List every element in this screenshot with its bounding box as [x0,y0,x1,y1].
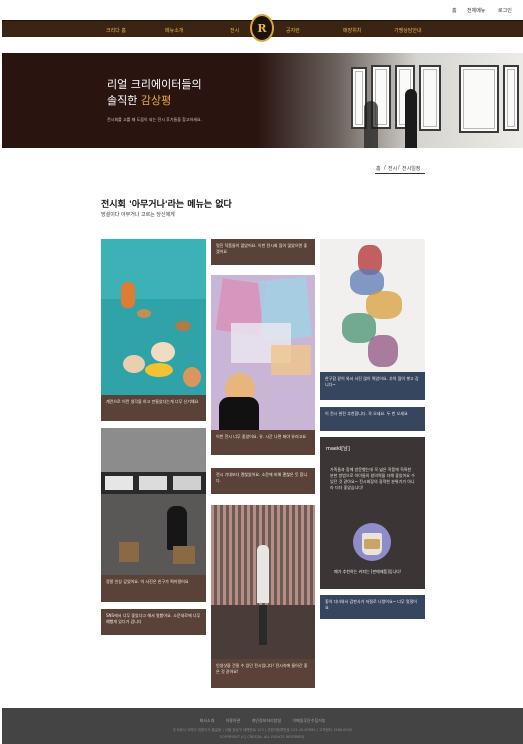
review-card[interactable]: 이번 전시 너무 좋았어요. 유. 시간 나면 봐야 유러고요 [211,275,315,455]
promo-title: maekl[남] [326,446,350,452]
footer-link-terms[interactable]: 이용약관 [226,718,241,723]
visitor-silhouette [405,89,417,148]
review-caption: 멋진 작품들이 많았어요. 이번 전시회 많이 많았으면 좋겠어요 [211,239,315,265]
breadcrumb-current: 전시일정 [402,166,421,172]
review-card[interactable]: 한구합 같이 와서 사진 많이 찍었어요. 추억 많이 쌓고 갑니다~ [320,239,425,400]
hero-title-line2: 솔직한 [107,94,141,107]
review-photo-crystal-installation [211,275,315,430]
photo-screen [139,476,167,490]
review-card[interactable]: 이 전시 완전 추천합니다. 꼭 오세요. 두 번 오세요 [320,407,425,431]
sculpture-piece [366,291,402,319]
wooden-crate [173,546,195,564]
footer-copyright: COPYRIGHT (C) CREEDA. ALL RIGHTS RESERVE… [219,735,306,739]
nav-item-menu[interactable]: 메뉴소개 [165,27,183,34]
sculpture-piece [368,335,398,367]
egg-shell [175,321,191,331]
visitor-reflection [259,605,267,645]
footer-links: 회사소개 이용약관 개인정보처리방침 이메일무단수집거부 [2,718,523,724]
review-caption: 한구합 같이 와서 사진 많이 찍었어요. 추억 많이 쌓고 갑니다~ [320,372,425,400]
page-subtitle: 망설이다 아무거나 고르는 당신에게 [101,212,175,218]
breadcrumb-exhibit[interactable]: 전시 [388,165,397,172]
nav-item-exhibit[interactable]: 전시 [230,27,239,34]
review-photo-sculpture [320,239,425,372]
promo-card[interactable]: maekl[남] 가족들과 함께 방문했는데 꼭 넓은 작품에 독특한 분한 방… [320,437,425,589]
visitor-body [219,397,259,430]
crystal-panel [271,345,311,375]
utility-login-link[interactable]: 로그인 [498,7,512,14]
hero-title-line1: 리얼 크리에이터들의 [107,78,202,91]
hero-title: 리얼 크리에이터들의 솔직한 감상평 [107,77,202,109]
review-photo-mosaic-room [211,505,315,659]
nav-item-franchise[interactable]: 가맹상담안내 [394,27,422,34]
breadcrumb-separator: / [398,165,400,171]
utility-sitemap-link[interactable]: 전체메뉴 [467,7,485,14]
review-card[interactable]: 좋아 다녀와서 갑판사가 저절로 나왔어요~ 너무 멋졌어요 [320,595,425,619]
egg-yolk [145,363,173,377]
hero-description: 전시회를 고를 때 도움이 되는 전시 후기들을 참고하세요. [107,117,202,122]
logo-glyph: R [257,21,267,35]
page-title: 전시회 '아무거나'라는 메뉴는 없다 [101,200,232,210]
review-caption: SNS에서 너무 좋았다고 해서 왔봤어요. 소문대로에 너무 예뻤게 있다가 … [101,609,206,635]
review-caption: 이 전시 완전 추천합니다. 꼭 오세요. 두 번 오세요 [320,407,425,431]
gallery-frame [419,65,441,131]
review-card[interactable]: 인생샷을 건질 수 있던 전시입니다! 전시속에 들어간 좋은 것 같아요! [211,505,315,688]
breadcrumb-underline [375,173,425,174]
review-caption: 정말 인상 깊었어요. 이 사진은 친구가 찍어줬어요 [101,575,206,602]
review-photo-eggs [101,239,206,395]
breadcrumb-separator: / [384,165,386,171]
egg-shell [137,309,151,318]
nav-item-home[interactable]: 크리다 홈 [106,27,126,34]
review-card[interactable]: SNS에서 너무 좋았다고 해서 왔봤어요. 소문대로에 너무 예뻤게 있다가 … [101,609,206,635]
footer-link-about[interactable]: 회사소개 [200,718,215,723]
hero-title-emphasis: 감상평 [140,94,172,107]
review-caption: 전시 기대보다 괜찮았어요. 소문에 비해 괜찮은 듯 합니다. [211,468,315,494]
site-footer: 회사소개 이용약관 개인정보처리방침 이메일무단수집거부 주식회사 크리다 대표… [2,708,523,744]
wooden-crate [119,542,139,562]
footer-link-email-policy[interactable]: 이메일무단수집거부 [292,718,325,723]
visitor-silhouette [257,545,269,603]
nav-item-stores[interactable]: 매장위치 [343,27,361,34]
gallery-frame [503,65,519,131]
visitor-silhouette [167,506,187,550]
hero-banner: 리얼 크리에이터들의 솔직한 감상평 전시회를 고를 때 도움이 되는 전시 후… [2,53,523,148]
footer-address: 주식회사 크리다 대표이사 홍길동 | 서울 강남구 테헤란로 123 | 사업… [172,728,353,732]
breadcrumb-home[interactable]: 홈 [376,165,381,172]
coffee-cup-icon [362,533,382,555]
photo-screen [173,476,201,490]
promo-text: 가족들과 함께 방문했는데 꼭 넓은 작품에 독특한 분한 방법으로 아이들의 … [330,467,415,490]
photo-ceiling [101,428,206,472]
nav-item-notice[interactable]: 공지란 [286,27,300,34]
review-caption: 좋아 다녀와서 갑판사가 저절로 나왔어요~ 너무 멋졌어요 [320,595,425,619]
review-caption: 인생샷을 건질 수 있던 전시입니다! 전시속에 들어간 좋은 것 같아요! [211,659,315,688]
hero-gallery-photo [257,53,523,148]
gallery-frame [459,65,499,133]
egg-figure [121,282,135,308]
promo-caption: 폐가 추천하는 커피는 [판매제품]입니다! [334,569,402,574]
review-caption: 계란으로 이런 생각을 하고 만들었다는게 너무 신기해요 [101,395,206,421]
review-card[interactable]: 전시 기대보다 괜찮았어요. 소문에 비해 괜찮은 듯 합니다. [211,468,315,494]
footer-link-privacy[interactable]: 개인정보처리방침 [252,718,281,723]
review-card[interactable]: 멋진 작품들이 많았어요. 이번 전시회 많이 많았으면 좋겠어요 [211,239,315,265]
photo-backdrop [101,239,206,299]
review-card[interactable]: 정말 인상 깊었어요. 이 사진은 친구가 찍어줬어요 [101,428,206,602]
review-card[interactable]: 계란으로 이런 생각을 하고 만들었다는게 너무 신기해요 [101,239,206,421]
review-photo-gallery-room [101,428,206,575]
utility-home-link[interactable]: 홈 [452,7,457,14]
brand-logo[interactable]: R [250,14,274,42]
egg-shell [183,367,201,387]
review-caption: 이번 전시 너무 좋았어요. 유. 시간 나면 봐야 유러고요 [211,430,315,455]
photo-screen [105,476,133,490]
egg-shell [151,342,175,362]
egg-shell [123,355,145,373]
visitor-silhouette [364,101,378,148]
